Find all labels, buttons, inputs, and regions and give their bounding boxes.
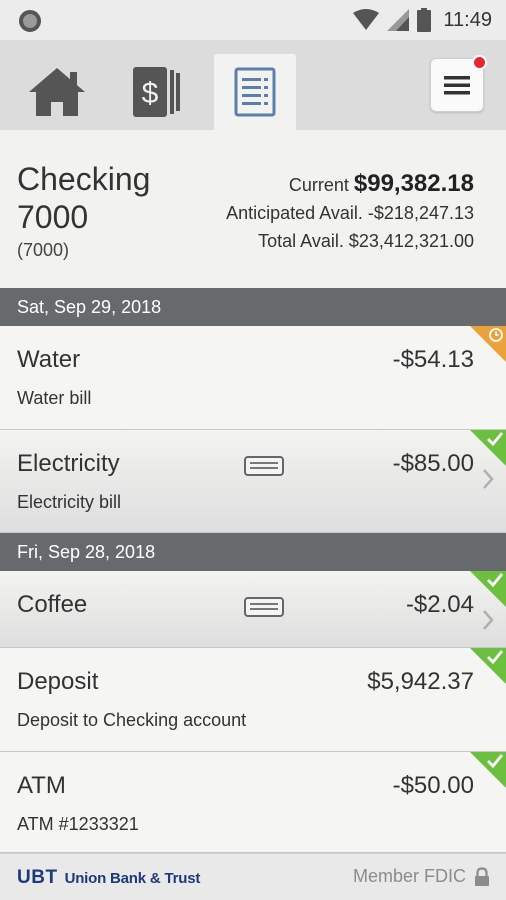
- wifi-icon: [353, 9, 380, 30]
- transaction-row[interactable]: Water -$54.13 Water bill: [0, 326, 506, 430]
- transaction-row[interactable]: Coffee -$2.04: [0, 571, 506, 648]
- status-icons: 11:49: [353, 6, 492, 34]
- transaction-title: ATM: [17, 772, 66, 799]
- date-header: Sat, Sep 29, 2018: [0, 288, 506, 326]
- tab-accounts[interactable]: $: [116, 54, 198, 130]
- svg-text:$: $: [142, 77, 159, 110]
- tab-home[interactable]: [16, 54, 98, 130]
- current-balance-value: $99,382.18: [353, 170, 474, 197]
- transaction-description: Water bill: [17, 388, 92, 408]
- transaction-amount: $5,942.37: [367, 668, 474, 695]
- battery-icon: [417, 8, 432, 32]
- anticipated-balance-label: Anticipated Avail.: [226, 203, 363, 223]
- total-balance-row: Total Avail. $23,412,321.00: [226, 227, 474, 255]
- transaction-amount: -$50.00: [392, 772, 474, 799]
- checkmark-icon: [487, 432, 504, 447]
- nav-bar: $: [0, 40, 506, 130]
- cell-signal-icon: [387, 9, 410, 31]
- chevron-right-icon: [483, 610, 494, 630]
- anticipated-balance-value: -$218,247.13: [367, 203, 474, 223]
- bank-name: Union Bank & Trust: [64, 870, 201, 887]
- transaction-row[interactable]: Electricity -$85.00 Electricity bill: [0, 430, 506, 533]
- transaction-description: ATM #1233321: [17, 814, 139, 834]
- home-icon: [29, 68, 85, 116]
- anticipated-balance-row: Anticipated Avail. -$218,247.13: [226, 199, 474, 227]
- total-balance-label: Total Avail.: [258, 231, 344, 251]
- hamburger-menu-icon: [444, 76, 470, 95]
- clock-icon: [489, 328, 503, 342]
- checkmark-icon: [487, 754, 504, 769]
- tab-transactions[interactable]: [214, 54, 296, 130]
- fdic-label: Member FDIC: [352, 866, 466, 886]
- checkmark-icon: [487, 573, 504, 588]
- current-balance-label: Current: [288, 175, 349, 195]
- account-summary: Checking 7000 (7000) Current $99,382.18 …: [0, 130, 506, 288]
- notification-badge: [472, 55, 487, 70]
- bank-logo-mark: UBT: [17, 867, 58, 888]
- document-list-icon: [234, 67, 276, 117]
- transaction-description: Electricity bill: [17, 492, 122, 512]
- dollar-cards-icon: $: [133, 67, 180, 117]
- account-name: Checking 7000: [17, 161, 151, 235]
- record-indicator-icon: [19, 10, 41, 32]
- transaction-row[interactable]: ATM -$50.00 ATM #1233321: [0, 752, 506, 853]
- card-icon: [244, 456, 284, 476]
- footer: UBT Union Bank & Trust Member FDIC: [0, 853, 506, 900]
- bank-logo: UBT Union Bank & Trust: [17, 867, 200, 889]
- transaction-amount: -$54.13: [392, 346, 474, 373]
- fdic-notice: Member FDIC: [353, 866, 490, 887]
- transaction-title: Water: [17, 346, 81, 373]
- chevron-right-icon: [483, 469, 494, 489]
- menu-button[interactable]: [430, 55, 487, 112]
- transaction-title: Deposit: [17, 668, 99, 695]
- transaction-title: Coffee: [17, 591, 88, 618]
- transaction-description: Deposit to Checking account: [17, 710, 247, 730]
- account-balances: Current $99,382.18 Anticipated Avail. -$…: [226, 170, 474, 255]
- total-balance-value: $23,412,321.00: [348, 231, 474, 251]
- lock-icon: [475, 866, 489, 886]
- transaction-title: Electricity: [17, 450, 120, 477]
- checkmark-icon: [487, 650, 504, 665]
- current-balance-row: Current $99,382.18: [226, 170, 474, 199]
- transaction-amount: -$2.04: [405, 591, 474, 618]
- transaction-row[interactable]: Deposit $5,942.37 Deposit to Checking ac…: [0, 648, 506, 752]
- date-header: Fri, Sep 28, 2018: [0, 533, 506, 571]
- transaction-amount: -$85.00: [392, 450, 474, 477]
- account-number: (7000): [17, 240, 70, 260]
- status-bar: 11:49: [0, 0, 506, 40]
- card-icon: [244, 597, 284, 617]
- status-time: 11:49: [443, 8, 492, 31]
